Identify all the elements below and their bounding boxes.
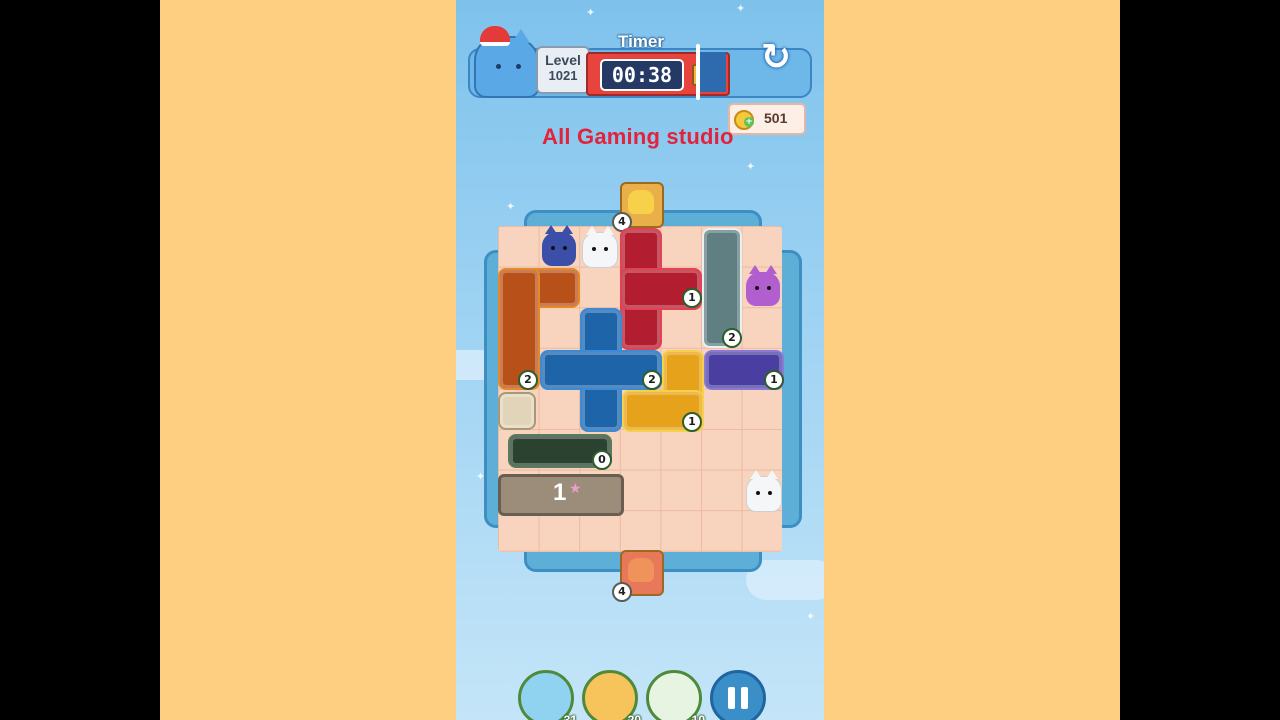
cat-eye [563, 246, 567, 250]
locked-tray: 1 ★ [498, 474, 624, 516]
right-letterbox [824, 0, 1120, 720]
piece-count: 2 [722, 328, 742, 348]
booster-count: 20 [627, 713, 641, 720]
cat-eye [592, 247, 596, 251]
cat-ear [765, 265, 777, 274]
snowflake-icon: ✦ [586, 6, 596, 19]
purple-cat[interactable] [746, 265, 780, 306]
cat-mascot-icon [474, 26, 540, 98]
piece-count: 2 [642, 370, 662, 390]
game-screen: ✦ ✦ ✦ ✦ ✦ ✦ ✦ Level 1021 Timer 00:38 ↻ +… [456, 0, 824, 720]
piece-count: 2 [518, 370, 538, 390]
cat-ear [602, 226, 614, 235]
shuffle-booster-button[interactable]: 10 [646, 670, 705, 720]
timer-bar-divider [696, 44, 700, 100]
snowflake-icon: ✦ [806, 610, 816, 623]
cat-ear [749, 265, 761, 274]
gate-count-bottom: 4 [612, 582, 632, 602]
balloon-booster-button[interactable]: 20 [582, 670, 641, 720]
cat-eye [551, 246, 555, 250]
watermark-text: All Gaming studio [542, 124, 734, 149]
freeze-booster-button[interactable]: 31 [518, 670, 577, 720]
navy-cat[interactable] [542, 225, 576, 266]
restart-button[interactable]: ↻ [756, 38, 796, 78]
timer-value: 00:38 [600, 59, 684, 91]
beige-block[interactable] [498, 392, 536, 430]
piece-count: 1 [682, 412, 702, 432]
coin-count: 501 [764, 110, 788, 126]
cat-eye [604, 247, 608, 251]
left-letterbox [160, 0, 456, 720]
snowflake-icon: ✦ [506, 200, 516, 213]
snowflake-icon: ✦ [736, 2, 746, 15]
snowflake-icon: ✦ [746, 160, 756, 173]
cat-eye [516, 64, 521, 69]
piece-count: 0 [592, 450, 612, 470]
cat-eye [755, 286, 759, 290]
cat-eye [756, 491, 760, 495]
cat-ear [561, 225, 573, 234]
santa-hat-icon [480, 26, 510, 46]
timer-bar-end [700, 52, 726, 92]
level-indicator: Level 1021 [536, 46, 590, 94]
star-icon: ★ [569, 481, 582, 497]
pause-button[interactable] [710, 670, 766, 720]
waiting-cat-icon [628, 558, 654, 582]
cat-eye [767, 286, 771, 290]
cat-eye [496, 64, 501, 69]
cat-ear [545, 225, 557, 234]
level-label: Level [545, 52, 581, 68]
cat-ear [750, 470, 762, 479]
level-number: 1021 [548, 68, 578, 83]
white-cat[interactable] [582, 226, 618, 268]
cat-ear [766, 470, 778, 479]
waiting-cat-icon [628, 190, 654, 214]
booster-count: 31 [563, 713, 577, 720]
piece-count: 1 [682, 288, 702, 308]
booster-count: 10 [691, 713, 705, 720]
tray-number: 1 [553, 479, 567, 506]
cat-eye [768, 491, 772, 495]
cat-ear [586, 226, 598, 235]
white-cat[interactable] [746, 470, 782, 512]
timer-label: Timer [618, 32, 664, 51]
piece-count: 1 [764, 370, 784, 390]
cat-ear [512, 29, 530, 43]
